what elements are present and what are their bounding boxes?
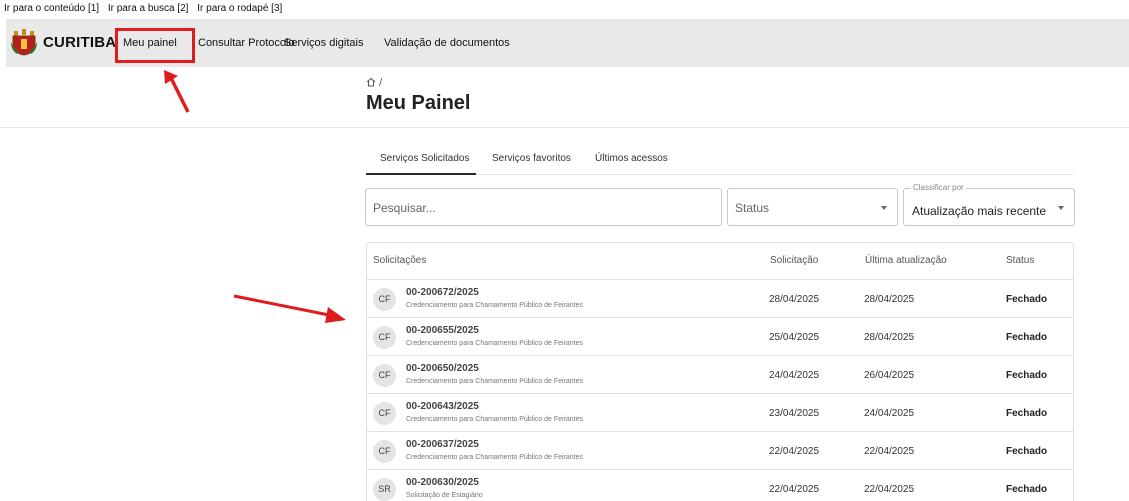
updated-date: 28/04/2025 bbox=[864, 294, 915, 305]
updated-date: 26/04/2025 bbox=[864, 370, 915, 381]
request-description: Solicitação de Estagiário bbox=[406, 492, 483, 499]
requested-date: 22/04/2025 bbox=[769, 446, 820, 457]
request-code[interactable]: 00-200650/2025 bbox=[406, 363, 479, 374]
arrow-annotation-icon bbox=[233, 294, 346, 323]
tab-servicos-solicitados[interactable]: Serviços Solicitados bbox=[380, 153, 469, 164]
status-select-label: Status bbox=[735, 201, 770, 215]
avatar: CF bbox=[373, 288, 396, 311]
breadcrumb-separator: / bbox=[379, 77, 383, 89]
column-header-status[interactable]: Status bbox=[1006, 255, 1034, 266]
updated-date: 28/04/2025 bbox=[864, 332, 915, 343]
page-title: Meu Painel bbox=[366, 92, 471, 114]
column-header-solicitacoes: Solicitações bbox=[373, 255, 427, 266]
request-code[interactable]: 00-200643/2025 bbox=[406, 401, 479, 412]
table-row[interactable]: CF 00-200655/2025 Credenciamento para Ch… bbox=[366, 317, 1074, 355]
tab-ultimos-acessos[interactable]: Últimos acessos bbox=[595, 153, 668, 164]
status-badge: Fechado bbox=[1006, 332, 1048, 343]
requested-date: 28/04/2025 bbox=[769, 294, 820, 305]
updated-date: 24/04/2025 bbox=[864, 408, 915, 419]
sort-select-value: Atualização mais recente bbox=[912, 204, 1047, 218]
skip-link-search[interactable]: Ir para a busca [2] bbox=[108, 3, 189, 14]
request-description: Credenciamento para Chamamento Público d… bbox=[406, 302, 584, 309]
request-description: Credenciamento para Chamamento Público d… bbox=[406, 340, 584, 347]
avatar: CF bbox=[373, 440, 396, 463]
avatar: CF bbox=[373, 402, 396, 425]
request-description: Credenciamento para Chamamento Público d… bbox=[406, 454, 584, 461]
tab-servicos-favoritos[interactable]: Serviços favoritos bbox=[492, 153, 571, 164]
column-header-ultima-atualizacao[interactable]: Última atualização bbox=[865, 255, 947, 266]
nav-item-validacao-documentos[interactable]: Validação de documentos bbox=[384, 37, 510, 49]
crest-icon bbox=[11, 29, 37, 56]
avatar: CF bbox=[373, 364, 396, 387]
search-placeholder: Pesquisar... bbox=[373, 201, 436, 215]
chevron-down-icon bbox=[1058, 206, 1064, 210]
tab-active-indicator bbox=[366, 173, 476, 175]
requested-date: 24/04/2025 bbox=[769, 370, 820, 381]
status-select[interactable]: Status bbox=[727, 188, 898, 226]
search-input[interactable]: Pesquisar... bbox=[365, 188, 722, 226]
request-code[interactable]: 00-200637/2025 bbox=[406, 439, 479, 450]
table-row[interactable]: CF 00-200672/2025 Credenciamento para Ch… bbox=[366, 279, 1074, 317]
table-row[interactable]: CF 00-200643/2025 Credenciamento para Ch… bbox=[366, 393, 1074, 431]
avatar: CF bbox=[373, 326, 396, 349]
home-icon[interactable] bbox=[366, 77, 376, 87]
skip-link-content[interactable]: Ir para o conteúdo [1] bbox=[4, 3, 99, 14]
table-row[interactable]: SR 00-200630/2025 Solicitação de Estagiá… bbox=[366, 469, 1074, 501]
request-code[interactable]: 00-200655/2025 bbox=[406, 325, 479, 336]
logo-text: CURITIBA bbox=[43, 34, 117, 51]
request-description: Credenciamento para Chamamento Público d… bbox=[406, 416, 584, 423]
logo[interactable]: CURITIBA bbox=[11, 28, 119, 56]
request-description: Credenciamento para Chamamento Público d… bbox=[406, 378, 584, 385]
skip-link-footer[interactable]: Ir para o rodapé [3] bbox=[197, 3, 282, 14]
requested-date: 25/04/2025 bbox=[769, 332, 820, 343]
requested-date: 23/04/2025 bbox=[769, 408, 820, 419]
status-badge: Fechado bbox=[1006, 446, 1048, 457]
chevron-down-icon bbox=[881, 206, 887, 210]
status-badge: Fechado bbox=[1006, 370, 1048, 381]
arrow-annotation-icon bbox=[164, 70, 190, 113]
sort-select-label: Classificar por bbox=[911, 183, 966, 192]
request-code[interactable]: 00-200630/2025 bbox=[406, 477, 479, 488]
avatar: SR bbox=[373, 478, 396, 501]
sort-select[interactable]: Atualização mais recente bbox=[903, 188, 1075, 226]
updated-date: 22/04/2025 bbox=[864, 446, 915, 457]
status-badge: Fechado bbox=[1006, 294, 1048, 305]
top-navbar: CURITIBA Meu painel Consultar Protocolo … bbox=[6, 19, 1129, 67]
request-code[interactable]: 00-200672/2025 bbox=[406, 287, 479, 298]
requested-date: 22/04/2025 bbox=[769, 484, 820, 495]
skip-links-bar: Ir para o conteúdo [1] Ir para a busca [… bbox=[0, 0, 1129, 19]
nav-item-consultar-protocolo[interactable]: Consultar Protocolo bbox=[198, 37, 295, 49]
table-row[interactable]: CF 00-200637/2025 Credenciamento para Ch… bbox=[366, 431, 1074, 469]
updated-date: 22/04/2025 bbox=[864, 484, 915, 495]
breadcrumb: / bbox=[366, 77, 382, 89]
table-row[interactable]: CF 00-200650/2025 Credenciamento para Ch… bbox=[366, 355, 1074, 393]
status-badge: Fechado bbox=[1006, 408, 1048, 419]
status-badge: Fechado bbox=[1006, 484, 1048, 495]
column-header-solicitacao[interactable]: Solicitação bbox=[770, 255, 818, 266]
nav-item-servicos-digitais[interactable]: Serviços digitais bbox=[284, 37, 363, 49]
annotation-highlight-box bbox=[115, 28, 195, 63]
